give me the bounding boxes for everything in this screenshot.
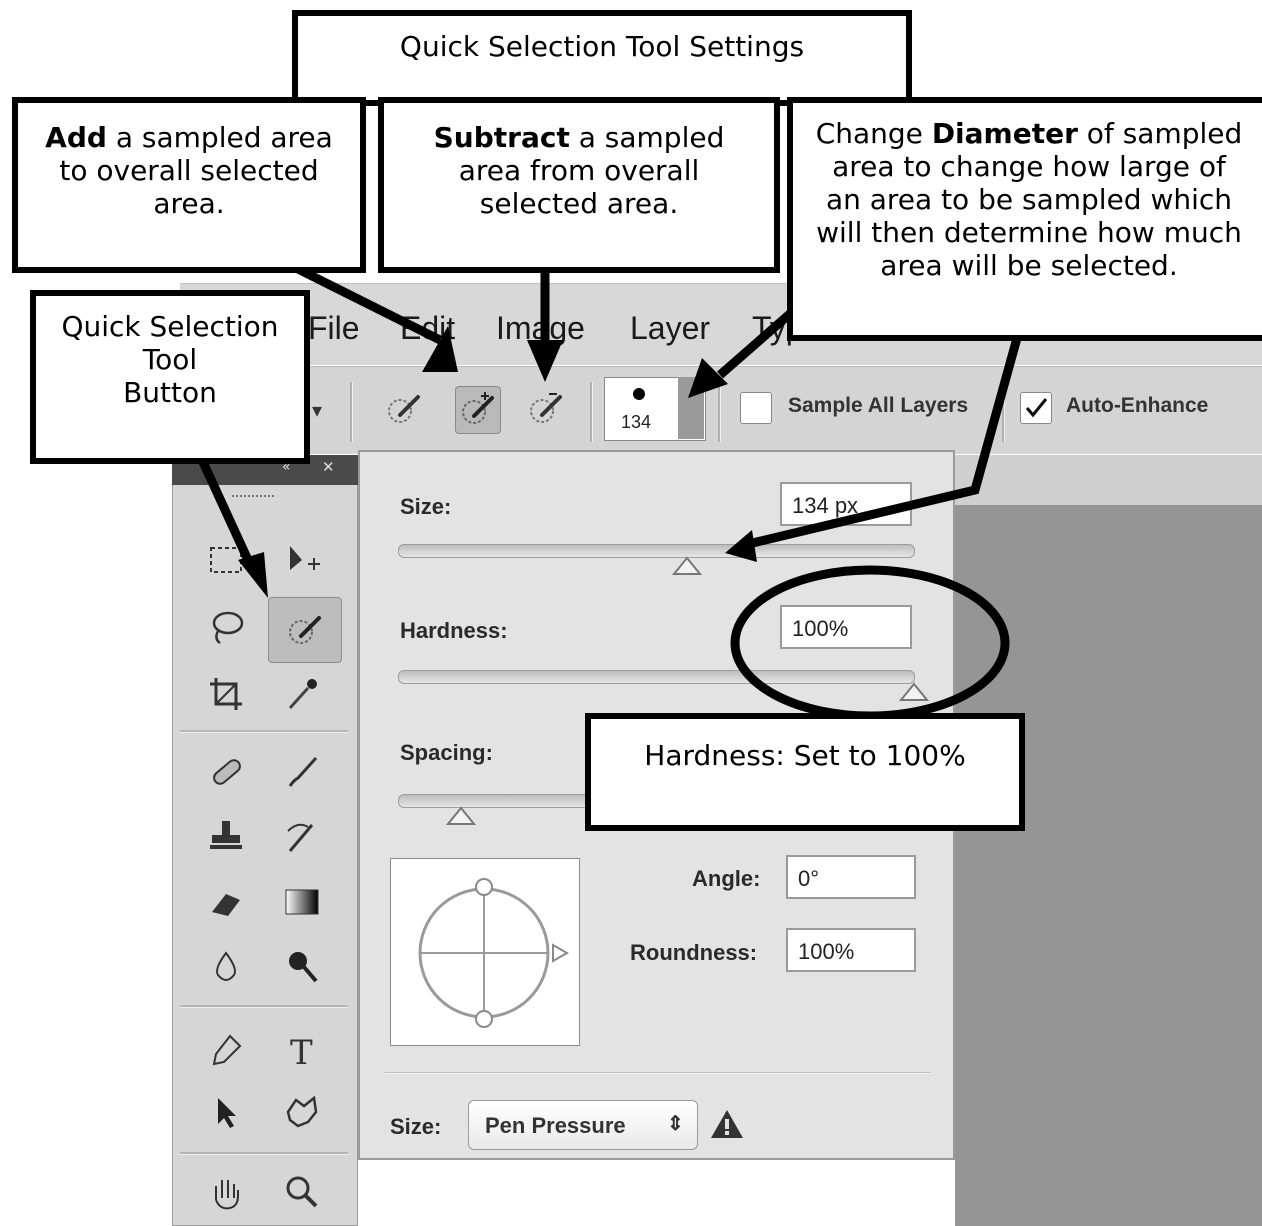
diameter-callout-text: area will be selected. [880,249,1178,282]
hardness-highlight-ellipse [730,565,1010,721]
quick-selection-callout-text: Quick Selection [61,310,279,343]
add-callout-text: a sampled area [106,121,333,154]
diameter-callout-bold: Diameter [931,117,1078,150]
hardness-callout: Hardness: Set to 100% [585,713,1025,831]
subtract-callout-bold: Subtract [433,121,570,154]
diameter-callout: Change Diameter of sampled area to chang… [787,97,1262,341]
subtract-callout-text: a sampled [569,121,725,154]
subtract-callout: Subtract a sampled area from overall sel… [378,97,780,273]
diameter-callout-text: area to change how large of [832,150,1226,183]
settings-title-callout: Quick Selection Tool Settings [292,10,912,106]
settings-title-text: Quick Selection Tool Settings [399,30,805,63]
add-callout-text: area. [153,187,225,220]
subtract-callout-text: area from overall [458,154,700,187]
add-callout-bold: Add [45,121,107,154]
quick-selection-callout-text: Tool [142,343,198,376]
quick-selection-callout-text: Button [123,376,217,409]
add-callout: Add a sampled area to overall selected a… [12,97,366,273]
subtract-callout-text: selected area. [479,187,679,220]
diameter-callout-text: of sampled [1077,117,1243,150]
add-callout-text: to overall selected [59,154,319,187]
diameter-callout-text: Change [815,117,932,150]
diameter-callout-text: will then determine how much [816,216,1242,249]
quick-selection-callout: Quick Selection Tool Button [30,290,310,464]
hardness-callout-text: Hardness: Set to 100% [644,739,966,772]
diameter-callout-text: an area to be sampled which [825,183,1233,216]
